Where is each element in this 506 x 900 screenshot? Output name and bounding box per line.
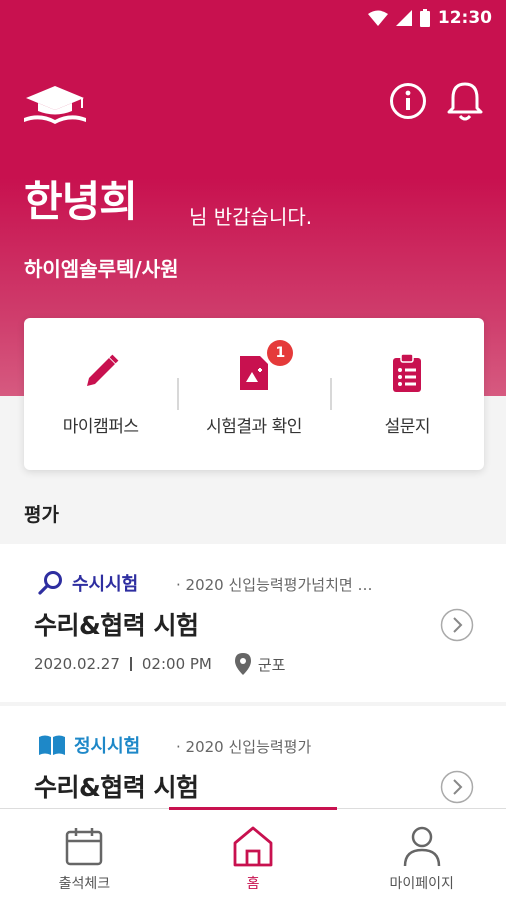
- tab-my-page[interactable]: 마이페이지: [337, 809, 506, 900]
- exam-card[interactable]: 정시시험 · 2020 신입능력평가 수리&협력 시험: [0, 706, 506, 810]
- clipboard-icon: [393, 353, 422, 392]
- info-icon[interactable]: [389, 82, 427, 120]
- exam-type-tag: 정시시험: [38, 732, 140, 758]
- wifi-icon: [367, 10, 388, 26]
- book-icon: [39, 735, 65, 755]
- user-company-position: 하이엠솔루텍/사원: [24, 257, 179, 281]
- pencil-icon: [86, 354, 119, 386]
- quick-menu-label: 시험결과 확인: [206, 417, 302, 437]
- notification-badge: 1: [267, 340, 294, 366]
- exam-card[interactable]: 수시시험 · 2020 신입능력평가넘치면 … 수리&협력 시험 2020.02…: [0, 544, 506, 702]
- battery-icon: [419, 9, 430, 27]
- exam-subtitle: · 2020 신입능력평가넘치면 …: [176, 576, 373, 594]
- status-time: 12:30: [437, 8, 492, 28]
- exam-title: 수리&협력 시험: [34, 773, 199, 802]
- bottom-tab-bar: 출석체크 홈 마이페이지: [0, 807, 506, 900]
- quick-menu-survey[interactable]: 설문지: [331, 318, 484, 470]
- exam-type-label: 수시시험: [72, 574, 139, 595]
- person-icon: [403, 826, 440, 867]
- tab-label: 홈: [246, 876, 260, 892]
- search-icon: [38, 571, 62, 595]
- user-name: 한녕희: [24, 177, 138, 226]
- exam-type-tag: 수시시험: [38, 570, 138, 596]
- quick-menu-label: 설문지: [384, 417, 431, 437]
- exam-subtitle: · 2020 신입능력평가: [176, 738, 312, 756]
- tab-attendance[interactable]: 출석체크: [0, 809, 169, 900]
- exam-meta: 2020.02.27 02:00 PM 군포: [34, 652, 285, 676]
- signal-icon: [395, 10, 412, 26]
- section-title: 평가: [24, 504, 59, 526]
- exam-date: 2020.02.27: [34, 655, 120, 673]
- tab-label: 출석체크: [58, 876, 111, 892]
- exam-type-label: 정시시험: [74, 736, 141, 757]
- exam-time: 02:00 PM: [141, 655, 212, 673]
- tab-label: 마이페이지: [389, 876, 454, 892]
- calendar-icon: [66, 828, 103, 866]
- quick-menu-my-campus[interactable]: 마이캠퍼스: [24, 318, 177, 470]
- document-icon: [239, 356, 268, 390]
- home-icon: [233, 826, 273, 867]
- status-bar: 12:30: [367, 6, 492, 30]
- quick-menu-exam-results[interactable]: 1 시험결과 확인: [177, 318, 330, 470]
- graduation-cap-logo-icon: [24, 86, 86, 124]
- location-pin-icon: [234, 653, 251, 675]
- quick-menu-card: 마이캠퍼스 1 시험결과 확인 설문지: [24, 318, 484, 470]
- exam-title: 수리&협력 시험: [34, 611, 199, 640]
- greeting-text: 님 반갑습니다.: [189, 205, 313, 229]
- chevron-right-icon[interactable]: [440, 608, 474, 642]
- chevron-right-icon[interactable]: [440, 770, 474, 804]
- tab-home[interactable]: 홈: [169, 809, 338, 900]
- notification-bell-icon[interactable]: [447, 80, 483, 122]
- quick-menu-label: 마이캠퍼스: [62, 417, 139, 437]
- exam-location: 군포: [257, 655, 286, 674]
- meta-separator: [129, 657, 132, 671]
